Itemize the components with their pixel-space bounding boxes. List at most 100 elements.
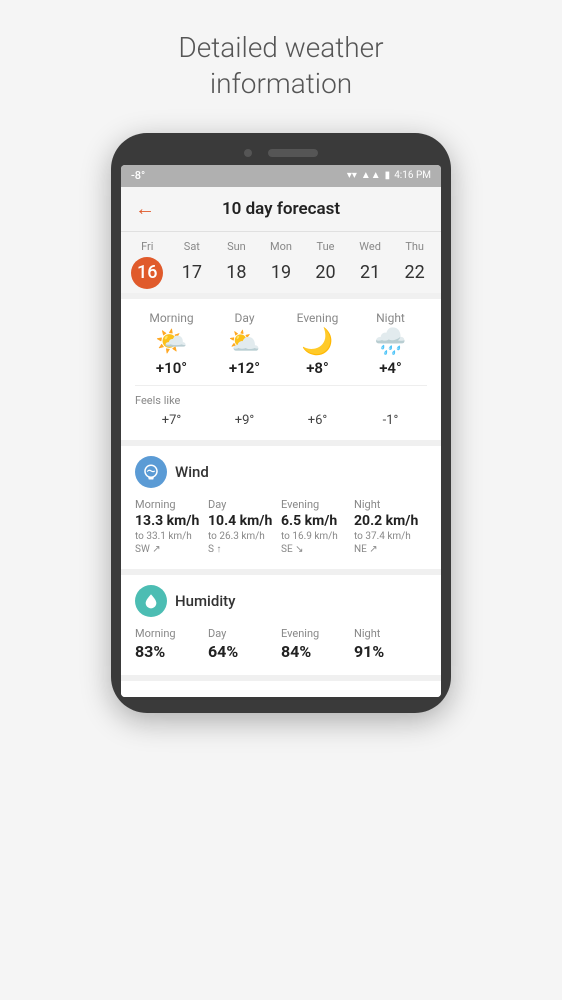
- wind-speed-night: 20.2 km/h: [354, 513, 427, 529]
- status-temp: -8°: [131, 169, 145, 182]
- humidity-label-evening: Evening: [281, 627, 354, 640]
- wind-section: Wind Morning 13.3 km/h to 33.1 km/h SW ↗…: [121, 446, 441, 569]
- day-name-fri: Fri: [141, 240, 153, 253]
- humidity-val-evening: 84%: [281, 642, 354, 661]
- day-item-sat[interactable]: Sat 17: [174, 240, 210, 289]
- temp-day: +12°: [229, 359, 260, 377]
- day-item-tue[interactable]: Tue 20: [308, 240, 344, 289]
- status-icons: ▾▾ ▲▲ ▮ 4:16 PM: [347, 170, 431, 181]
- wind-col-day: Day 10.4 km/h to 26.3 km/h S ↑: [208, 498, 281, 555]
- time-label-night: Night: [376, 311, 405, 325]
- wind-label-evening: Evening: [281, 498, 354, 511]
- temp-evening: +8°: [306, 359, 329, 377]
- status-bar: -8° ▾▾ ▲▲ ▮ 4:16 PM: [121, 165, 441, 187]
- wind-dir-day: S ↑: [208, 544, 281, 555]
- day-num-sun: 18: [220, 257, 252, 289]
- feels-like-label: Feels like: [135, 394, 427, 407]
- day-num-thu: 22: [399, 257, 431, 289]
- phone-camera: [244, 149, 252, 157]
- temp-divider: [135, 385, 427, 386]
- feels-night: -1°: [354, 413, 427, 428]
- wind-label-morning: Morning: [135, 498, 208, 511]
- status-time: 4:16 PM: [394, 170, 431, 181]
- day-item-thu[interactable]: Thu 22: [397, 240, 433, 289]
- page-title: Detailed weatherinformation: [178, 30, 383, 103]
- feels-like-row: +7° +9° +6° -1°: [135, 413, 427, 428]
- humidity-val-day: 64%: [208, 642, 281, 661]
- humidity-title: Humidity: [175, 592, 236, 610]
- header-title: 10 day forecast: [222, 199, 340, 219]
- humidity-val-morning: 83%: [135, 642, 208, 661]
- app-header: ← 10 day forecast: [121, 187, 441, 232]
- humidity-col-morning: Morning 83%: [135, 627, 208, 661]
- wind-col-morning: Morning 13.3 km/h to 33.1 km/h SW ↗: [135, 498, 208, 555]
- phone-shell: -8° ▾▾ ▲▲ ▮ 4:16 PM ← 10 day forecast Fr…: [111, 133, 451, 713]
- day-num-wed: 21: [354, 257, 386, 289]
- feels-evening: +6°: [281, 413, 354, 428]
- humidity-label-day: Day: [208, 627, 281, 640]
- wind-dir-night: NE ↗: [354, 544, 427, 555]
- day-item-wed[interactable]: Wed 21: [352, 240, 388, 289]
- wind-speed-evening: 6.5 km/h: [281, 513, 354, 529]
- wind-range-day: to 26.3 km/h: [208, 531, 281, 542]
- phone-screen: -8° ▾▾ ▲▲ ▮ 4:16 PM ← 10 day forecast Fr…: [121, 165, 441, 697]
- weather-icon-day: ⛅: [228, 329, 260, 355]
- back-button[interactable]: ←: [135, 196, 155, 221]
- day-name-mon: Mon: [270, 240, 292, 253]
- weather-icon-evening: 🌙: [301, 329, 333, 355]
- phone-top: [121, 149, 441, 157]
- humidity-label-night: Night: [354, 627, 427, 640]
- temp-night: +4°: [379, 359, 402, 377]
- phone-speaker: [268, 149, 318, 157]
- app-content: ← 10 day forecast Fri 16 Sat 17 Sun 18: [121, 187, 441, 697]
- wind-speed-day: 10.4 km/h: [208, 513, 281, 529]
- wind-range-morning: to 33.1 km/h: [135, 531, 208, 542]
- day-name-tue: Tue: [317, 240, 335, 253]
- feels-day: +9°: [208, 413, 281, 428]
- humidity-label-morning: Morning: [135, 627, 208, 640]
- wind-col-night: Night 20.2 km/h to 37.4 km/h NE ↗: [354, 498, 427, 555]
- wind-col-evening: Evening 6.5 km/h to 16.9 km/h SE ↘: [281, 498, 354, 555]
- wind-label-night: Night: [354, 498, 427, 511]
- wind-range-night: to 37.4 km/h: [354, 531, 427, 542]
- page-title-container: Detailed weatherinformation: [178, 0, 383, 133]
- humidity-label-row: Morning 83% Day 64% Evening 84% Night 91…: [135, 627, 427, 661]
- day-item-fri[interactable]: Fri 16: [129, 240, 165, 289]
- day-item-mon[interactable]: Mon 19: [263, 240, 299, 289]
- day-num-fri: 16: [131, 257, 163, 289]
- signal-icon: ▲▲: [361, 170, 381, 181]
- day-selector: Fri 16 Sat 17 Sun 18 Mon 19 Tue 20: [121, 232, 441, 293]
- day-name-thu: Thu: [405, 240, 424, 253]
- wind-range-evening: to 16.9 km/h: [281, 531, 354, 542]
- humidity-section-header: Humidity: [135, 585, 427, 617]
- humidity-col-night: Night 91%: [354, 627, 427, 661]
- time-col-night: Night 🌧️ +4°: [354, 311, 427, 377]
- temp-morning: +10°: [156, 359, 187, 377]
- wind-dir-morning: SW ↗: [135, 544, 208, 555]
- battery-icon: ▮: [385, 170, 391, 181]
- day-num-mon: 19: [265, 257, 297, 289]
- day-name-sun: Sun: [227, 240, 246, 253]
- time-label-row: Morning 🌤️ +10° Day ⛅ +12° Evening 🌙 +8°: [135, 311, 427, 377]
- time-col-evening: Evening 🌙 +8°: [281, 311, 354, 377]
- wind-label-row: Morning 13.3 km/h to 33.1 km/h SW ↗ Day …: [135, 498, 427, 555]
- day-item-sun[interactable]: Sun 18: [218, 240, 254, 289]
- weather-icon-night: 🌧️: [374, 329, 406, 355]
- wind-label-day: Day: [208, 498, 281, 511]
- weather-icon-morning: 🌤️: [155, 329, 187, 355]
- humidity-col-day: Day 64%: [208, 627, 281, 661]
- weather-temperature-section: Morning 🌤️ +10° Day ⛅ +12° Evening 🌙 +8°: [121, 299, 441, 440]
- wind-section-header: Wind: [135, 456, 427, 488]
- wind-speed-morning: 13.3 km/h: [135, 513, 208, 529]
- time-col-morning: Morning 🌤️ +10°: [135, 311, 208, 377]
- wind-dir-evening: SE ↘: [281, 544, 354, 555]
- humidity-section: Humidity Morning 83% Day 64% Evening 84%: [121, 575, 441, 675]
- day-num-sat: 17: [176, 257, 208, 289]
- humidity-col-evening: Evening 84%: [281, 627, 354, 661]
- day-name-sat: Sat: [184, 240, 200, 253]
- time-col-day: Day ⛅ +12°: [208, 311, 281, 377]
- feels-morning: +7°: [135, 413, 208, 428]
- wind-section-icon: [135, 456, 167, 488]
- day-num-tue: 20: [310, 257, 342, 289]
- wind-title: Wind: [175, 463, 209, 481]
